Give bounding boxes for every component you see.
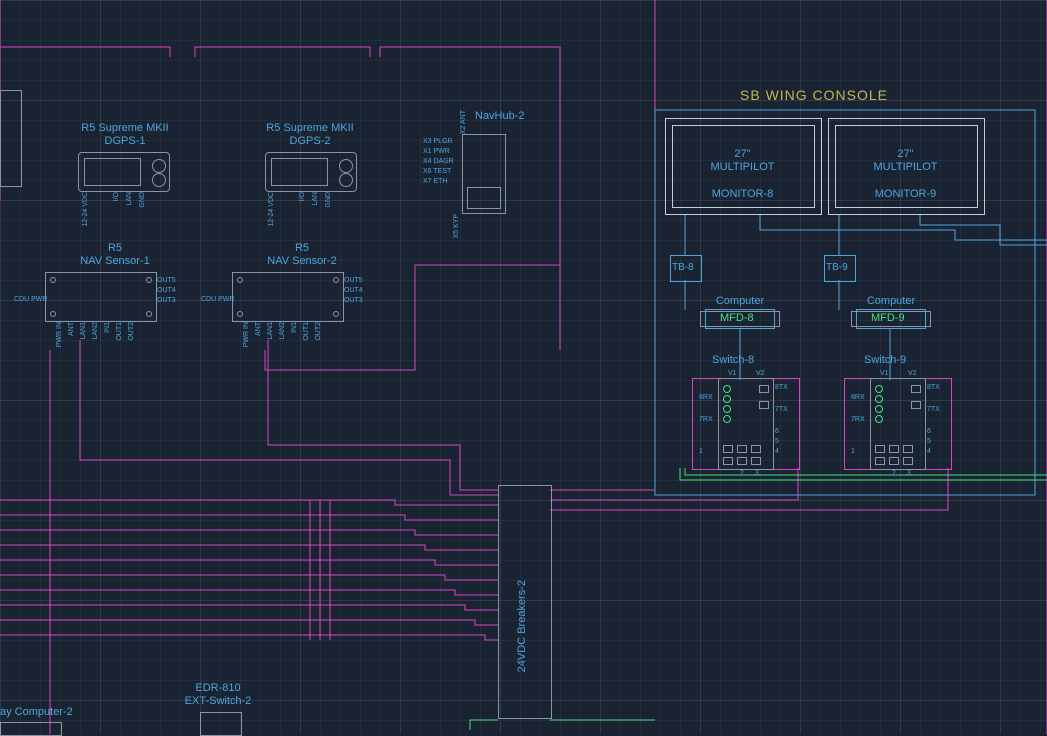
switch8-title: Switch-8 — [712, 354, 754, 367]
navhub-pin3: X1 PWR — [423, 148, 450, 156]
sw9-v2: V2 — [908, 370, 917, 378]
dgps2-pin1: 12-24 VDC — [268, 192, 276, 227]
sw9-1: 1 — [851, 448, 855, 456]
monitor9-label: 27" MULTIPILOT MONITOR-9 — [828, 148, 983, 201]
navhub-pin1: X2 ANT — [460, 110, 468, 134]
sw8-8rx: 8RX — [699, 394, 713, 402]
sw8-2: 2 — [740, 470, 744, 478]
mfd9-id: MFD-9 — [871, 312, 905, 325]
nav2-out4: OUT4 — [344, 287, 363, 295]
sw8-7tx: 7TX — [775, 406, 788, 414]
tb9-label: TB-9 — [826, 262, 848, 274]
sw8-1: 1 — [699, 448, 703, 456]
dgps2-pin2: I/O — [299, 192, 307, 201]
sw8-v2: V2 — [756, 370, 765, 378]
dgps2-title: R5 Supreme MKIIDGPS-2 — [255, 122, 365, 148]
dgps2-body — [265, 152, 357, 192]
sw9-3: 3 — [907, 470, 911, 478]
nav2-lan1: LAN1 — [267, 322, 275, 340]
mfd8-title: Computer — [710, 295, 770, 308]
nav2-ant: ANT — [255, 322, 263, 336]
sw9-5: 5 — [927, 438, 931, 446]
sw9-2: 2 — [892, 470, 896, 478]
dgps1-pin2: I/O — [113, 192, 121, 201]
nav1-out2: OUT2 — [128, 322, 136, 341]
nav1-ant: ANT — [68, 322, 76, 336]
mfd8-id: MFD-8 — [720, 312, 754, 325]
dgps1-pin4: GND — [139, 192, 147, 208]
nav2-out2: OUT2 — [315, 322, 323, 341]
navhub-body — [462, 134, 506, 214]
navhub-pin4: X4 DAGR — [423, 158, 454, 166]
nav2-out5: OUT5 — [344, 277, 363, 285]
switch8-body — [718, 378, 774, 470]
nav2-pwr: PWR IN — [243, 322, 251, 347]
sw9-8rx: 8RX — [851, 394, 865, 402]
nav1-out4: OUT4 — [157, 287, 176, 295]
navhub-pin2: X3 PLGR — [423, 138, 453, 146]
nav2-title: R5NAV Sensor-2 — [252, 242, 352, 268]
breakers-label: 24VDC Breakers-2 — [516, 580, 529, 672]
sw8-3: 3 — [755, 470, 759, 478]
nav2-in1: IN1 — [291, 322, 299, 333]
nav2-out1: OUT1 — [303, 322, 311, 341]
nav1-lan2: LAN2 — [92, 322, 100, 340]
nav1-out3: OUT3 — [157, 297, 176, 305]
nav1-lan1: LAN1 — [80, 322, 88, 340]
switch9-body — [870, 378, 926, 470]
navhub-pin5: X6 TEST — [423, 168, 451, 176]
monitor8-label: 27" MULTIPILOT MONITOR-8 — [665, 148, 820, 201]
sw8-4: 4 — [775, 448, 779, 456]
navhub-title: NavHub-2 — [475, 110, 525, 123]
tb8-label: TB-8 — [672, 262, 694, 274]
dgps1-body — [78, 152, 170, 192]
sw9-4: 4 — [927, 448, 931, 456]
switch9-title: Switch-9 — [864, 354, 906, 367]
dgps1-pin1: 12-24 VDC — [82, 192, 90, 227]
sw8-6: 6 — [775, 428, 779, 436]
device-partial-left — [0, 90, 22, 187]
dgps1-pin3: LAN — [126, 192, 134, 206]
cad-canvas[interactable]: R5 Supreme MKIIDGPS-1 12-24 VDC I/O LAN … — [0, 0, 1047, 734]
sb-wing-title: SB WING CONSOLE — [740, 87, 888, 104]
dgps2-pin3: LAN — [312, 192, 320, 206]
sw9-7rx: 7RX — [851, 416, 865, 424]
sw9-v1: V1 — [880, 370, 889, 378]
ay-comp-title: ay Computer-2 — [0, 706, 73, 719]
nav2-out3: OUT3 — [344, 297, 363, 305]
sw9-7tx: 7TX — [927, 406, 940, 414]
nav1-title: R5NAV Sensor-1 — [65, 242, 165, 268]
nav1-pwr: PWR IN — [56, 322, 64, 347]
dgps1-title: R5 Supreme MKIIDGPS-1 — [70, 122, 180, 148]
sw8-8tx: 8TX — [775, 384, 788, 392]
nav2-lan2: LAN2 — [279, 322, 287, 340]
nav1-out5: OUT5 — [157, 277, 176, 285]
nav2-cdu: CDU PWR — [201, 296, 234, 304]
sw8-7rx: 7RX — [699, 416, 713, 424]
nav1-in1: IN1 — [104, 322, 112, 333]
sw9-6: 6 — [927, 428, 931, 436]
navhub-pin7: X5 KYP — [453, 214, 461, 239]
nav1-body — [45, 272, 157, 322]
navhub-pin6: X7 ETH — [423, 178, 448, 186]
dgps2-pin4: GND — [325, 192, 333, 208]
sw9-8tx: 8TX — [927, 384, 940, 392]
edr-body — [200, 712, 242, 736]
nav1-cdu: CDU PWR — [14, 296, 47, 304]
edr-title: EDR-810EXT-Switch-2 — [168, 682, 268, 708]
mfd9-title: Computer — [861, 295, 921, 308]
nav2-body — [232, 272, 344, 322]
sw8-v1: V1 — [728, 370, 737, 378]
nav1-out1: OUT1 — [116, 322, 124, 341]
sw8-5: 5 — [775, 438, 779, 446]
